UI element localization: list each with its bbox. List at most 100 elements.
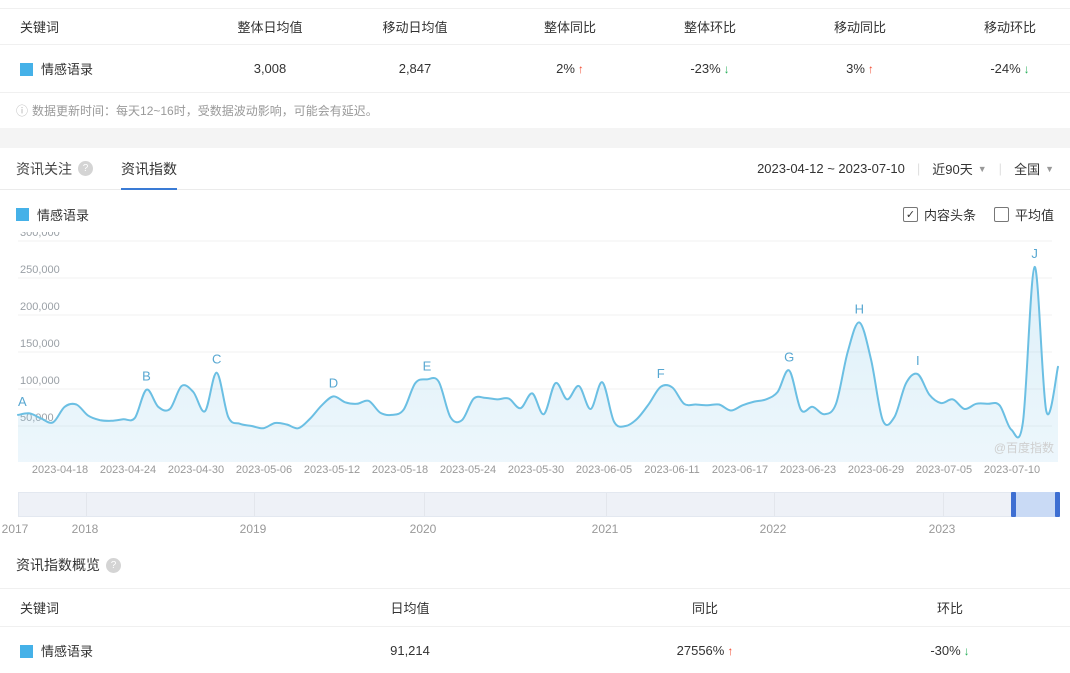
x-axis-label: 2023-06-29 xyxy=(848,464,904,476)
slider-tick xyxy=(943,493,944,516)
x-axis-label: 2023-07-05 xyxy=(916,464,972,476)
overview-table: 关键词 日均值 同比 环比 情感语录 91,214 27556%↑ -30%↓ xyxy=(0,588,1070,673)
help-icon[interactable]: ? xyxy=(78,161,93,176)
checkbox-checked-icon: ✓ xyxy=(903,207,918,222)
year-label: 2023 xyxy=(929,522,956,536)
keyword-cell: 情感语录 xyxy=(0,45,200,93)
tabs: 资讯关注? 资讯指数 xyxy=(16,148,205,189)
legend-bar: 情感语录 ✓ 内容头条 平均值 xyxy=(0,190,1070,224)
tab-news-index[interactable]: 资讯指数 xyxy=(121,148,177,189)
legend-checkboxes: ✓ 内容头条 平均值 xyxy=(903,205,1054,224)
arrow-up-icon: ↑ xyxy=(727,644,733,658)
legend-keyword: 情感语录 xyxy=(16,205,89,224)
trend-value: 27556% xyxy=(677,643,725,658)
divider: | xyxy=(917,161,920,176)
x-axis-label: 2023-04-30 xyxy=(168,464,224,476)
mom-value: -30%↓ xyxy=(830,627,1070,673)
slider-tick xyxy=(774,493,775,516)
x-axis-label: 2023-05-30 xyxy=(508,464,564,476)
section-divider-band xyxy=(0,128,1070,148)
daily-avg-value: 91,214 xyxy=(240,627,580,673)
checkbox-label: 内容头条 xyxy=(924,205,976,224)
keyword-color-swatch xyxy=(20,645,33,658)
year-label: 2019 xyxy=(240,522,267,536)
svg-text:E: E xyxy=(423,358,432,373)
checkbox-unchecked-icon xyxy=(994,207,1009,222)
overview-header-row: 关键词 日均值 同比 环比 xyxy=(0,589,1070,627)
svg-text:F: F xyxy=(657,366,665,381)
timeline-slider xyxy=(0,492,1070,517)
overview-header: 资讯指数概览 ? xyxy=(0,540,1070,575)
x-axis-label: 2023-06-11 xyxy=(644,464,699,476)
col-mom: 环比 xyxy=(830,589,1070,627)
svg-text:A: A xyxy=(18,394,27,409)
overview-data-row: 情感语录 91,214 27556%↑ -30%↓ xyxy=(0,627,1070,673)
tab-label: 资讯指数 xyxy=(121,159,177,179)
info-icon: ⓘ xyxy=(16,104,28,118)
year-label: 2020 xyxy=(410,522,437,536)
svg-text:200,000: 200,000 xyxy=(20,301,60,313)
legend-checkbox[interactable]: 平均值 xyxy=(994,205,1054,224)
trend-value: -24% xyxy=(990,61,1020,76)
tab-news-focus[interactable]: 资讯关注? xyxy=(16,148,93,189)
svg-text:I: I xyxy=(916,353,920,368)
x-axis-labels: 2023-04-18 2023-04-24 2023-04-30 2023-05-06… xyxy=(0,464,1070,480)
x-axis-label: 2023-04-18 xyxy=(32,464,88,476)
yoy-value: 27556%↑ xyxy=(580,627,830,673)
overall-mom-value: -23%↓ xyxy=(650,45,770,93)
x-axis-label: 2023-07-10 xyxy=(984,464,1040,476)
year-label: 2021 xyxy=(592,522,619,536)
chart-controls: 2023-04-12 ~ 2023-07-10 | 近90天▼ | 全国▼ xyxy=(757,159,1054,178)
col-mobile-yoy: 移动同比 xyxy=(770,9,950,45)
col-overall-yoy: 整体同比 xyxy=(490,9,650,45)
tab-bar: 资讯关注? 资讯指数 2023-04-12 ~ 2023-07-10 | 近90天… xyxy=(0,148,1070,190)
trend-value: 2% xyxy=(556,61,575,76)
overview-title: 资讯指数概览 xyxy=(16,555,100,575)
x-axis-label: 2023-05-12 xyxy=(304,464,360,476)
x-axis-label: 2023-05-18 xyxy=(372,464,428,476)
x-axis-label: 2023-04-24 xyxy=(100,464,156,476)
svg-text:G: G xyxy=(784,350,794,365)
keyword-cell: 情感语录 xyxy=(0,627,240,673)
mobile-yoy-value: 3%↑ xyxy=(770,45,950,93)
date-range-label: 2023-04-12 ~ 2023-07-10 xyxy=(757,161,905,176)
svg-text:250,000: 250,000 xyxy=(20,264,60,276)
legend-checkbox[interactable]: ✓ 内容头条 xyxy=(903,205,976,224)
mobile-daily-avg-value: 2,847 xyxy=(340,45,490,93)
arrow-up-icon: ↑ xyxy=(868,62,874,76)
slider-tick xyxy=(254,493,255,516)
chevron-down-icon: ▼ xyxy=(978,164,987,174)
x-axis-label: 2023-05-24 xyxy=(440,464,496,476)
svg-text:B: B xyxy=(142,369,151,384)
x-axis-label: 2023-06-05 xyxy=(576,464,632,476)
slider-handle-right[interactable] xyxy=(1055,492,1060,517)
col-overall-daily-avg: 整体日均值 xyxy=(200,9,340,45)
slider-selection[interactable] xyxy=(1014,492,1057,517)
year-label: 2017 xyxy=(2,522,29,536)
mobile-mom-value: -24%↓ xyxy=(950,45,1070,93)
arrow-up-icon: ↑ xyxy=(578,62,584,76)
summary-table: 关键词 整体日均值 移动日均值 整体同比 整体环比 移动同比 移动环比 情感语录… xyxy=(0,8,1070,93)
col-yoy: 同比 xyxy=(580,589,830,627)
timeline-year-labels: 2017 2018 2019 2020 2021 2022 2023 xyxy=(0,522,1070,540)
checkbox-label: 平均值 xyxy=(1015,205,1054,224)
chevron-down-icon: ▼ xyxy=(1045,164,1054,174)
slider-track[interactable] xyxy=(18,492,1058,517)
year-label: 2018 xyxy=(72,522,99,536)
col-mobile-mom: 移动环比 xyxy=(950,9,1070,45)
svg-text:H: H xyxy=(855,301,864,316)
baidu-index-watermark: @百度指数 xyxy=(994,439,1054,456)
year-label: 2022 xyxy=(760,522,787,536)
slider-handle-left[interactable] xyxy=(1011,492,1016,517)
trend-chart: 50,000100,000150,000200,000250,000300,00… xyxy=(0,232,1070,462)
range-dropdown[interactable]: 近90天▼ xyxy=(932,159,986,178)
svg-text:150,000: 150,000 xyxy=(20,338,60,350)
help-icon[interactable]: ? xyxy=(106,558,121,573)
region-dropdown[interactable]: 全国▼ xyxy=(1014,159,1054,178)
svg-text:J: J xyxy=(1031,246,1038,261)
trend-value: -23% xyxy=(690,61,720,76)
x-axis-label: 2023-05-06 xyxy=(236,464,292,476)
col-daily-avg: 日均值 xyxy=(240,589,580,627)
col-overall-mom: 整体环比 xyxy=(650,9,770,45)
summary-data-row: 情感语录 3,008 2,847 2%↑ -23%↓ 3%↑ -24%↓ xyxy=(0,45,1070,93)
